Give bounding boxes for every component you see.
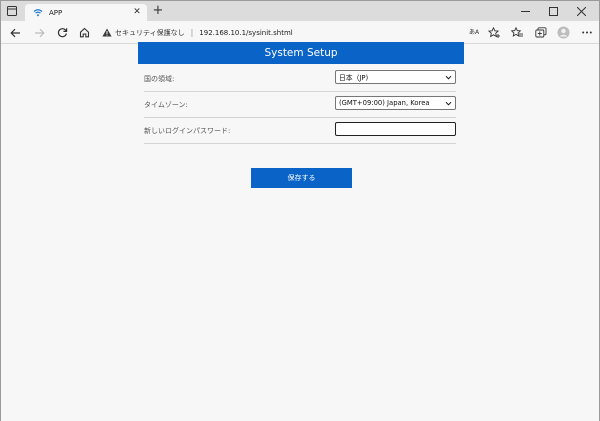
collections-icon[interactable] — [533, 25, 548, 40]
tab-title: APP — [49, 8, 63, 17]
warning-icon — [102, 28, 112, 38]
forward-icon[interactable] — [32, 25, 47, 40]
read-aloud-icon[interactable]: あA — [469, 25, 479, 40]
country-select[interactable]: 日本（JP) — [335, 70, 456, 84]
password-input[interactable] — [335, 122, 456, 136]
country-label: 国の領域: — [144, 75, 175, 83]
address-separator: | — [190, 28, 194, 37]
wifi-icon — [31, 6, 45, 20]
timezone-value: (GMT+09:00) Japan, Korea — [339, 99, 430, 107]
chevron-down-icon — [445, 75, 452, 80]
security-label: セキュリティ保護なし — [115, 28, 185, 37]
maximize-icon[interactable] — [539, 1, 567, 21]
add-favorite-icon[interactable] — [486, 25, 501, 40]
timezone-select[interactable]: (GMT+09:00) Japan, Korea — [335, 96, 456, 110]
close-window-icon[interactable] — [567, 1, 595, 21]
url-text[interactable]: 192.168.10.1/sysinit.shtml — [199, 29, 292, 37]
address-bar[interactable]: セキュリティ保護なし | 192.168.10.1/sysinit.shtml — [99, 23, 499, 42]
password-row: 新しいログインパスワード: — [144, 118, 456, 144]
timezone-label: タイムゾーン: — [144, 101, 188, 109]
save-button[interactable]: 保存する — [251, 168, 352, 188]
minimize-icon[interactable] — [511, 1, 539, 21]
page-content: System Setup 国の領域: 日本（JP) タイムゾーン: (GMT+0… — [1, 42, 599, 421]
refresh-icon[interactable] — [55, 25, 70, 40]
timezone-row: タイムゾーン: (GMT+09:00) Japan, Korea — [144, 92, 456, 118]
home-icon[interactable] — [77, 25, 92, 40]
country-row: 国の領域: 日本（JP) — [144, 66, 456, 92]
more-options-icon[interactable] — [579, 25, 594, 40]
tab-strip: APP ✕ + — [1, 1, 599, 21]
tab-app[interactable]: APP ✕ — [25, 4, 147, 21]
profile-avatar[interactable] — [556, 25, 571, 40]
browser-window: APP ✕ + セキュリティ保護なし | 192.168.10.1/sysini… — [0, 0, 600, 421]
page-title: System Setup — [138, 42, 464, 64]
back-icon[interactable] — [8, 25, 23, 40]
country-value: 日本（JP) — [339, 74, 369, 82]
password-label: 新しいログインパスワード: — [144, 127, 231, 135]
favorites-icon[interactable] — [509, 25, 524, 40]
tab-actions-icon[interactable] — [5, 4, 19, 18]
close-tab-icon[interactable]: ✕ — [131, 7, 143, 19]
chevron-down-icon — [445, 101, 452, 106]
browser-toolbar: セキュリティ保護なし | 192.168.10.1/sysinit.shtml … — [1, 21, 599, 44]
new-tab-icon[interactable]: + — [151, 4, 165, 18]
